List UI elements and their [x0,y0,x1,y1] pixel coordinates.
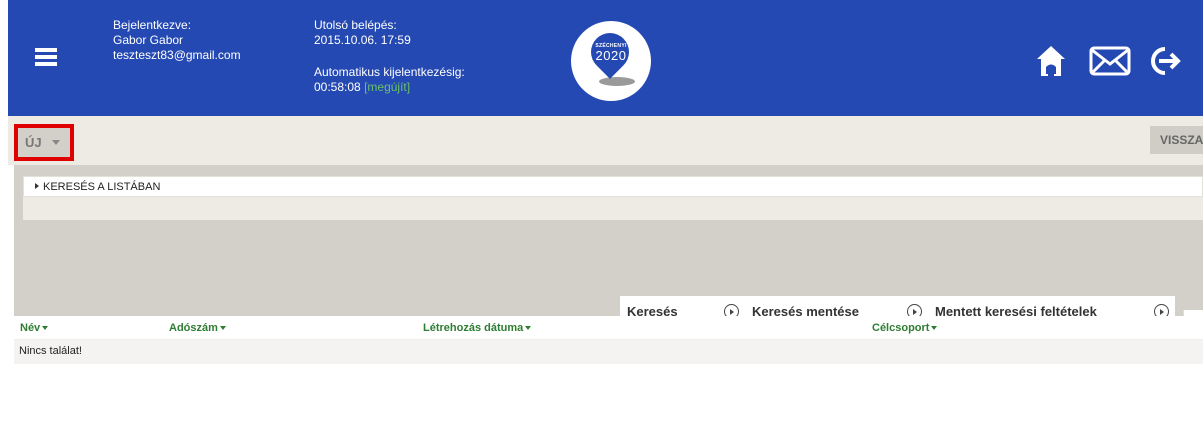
column-header-label: Név [20,322,41,334]
column-header-name[interactable]: Név [20,322,49,334]
table-header-row: Név Adószám Létrehozás dátuma Célcsoport [14,316,1203,340]
szechenyi-2020-logo: SZÉCHENYI 2020 [571,21,651,101]
last-login-value: 2015.10.06. 17:59 [314,33,411,47]
logged-in-label: Bejelentkezve: [113,18,192,32]
toolbar: ÚJ VISSZA [8,116,1203,165]
sort-caret-icon [931,326,938,330]
menu-icon[interactable] [35,48,57,70]
user-info: Bejelentkezve: Gabor Gabor teszteszt83@g… [113,18,241,63]
search-in-list-toggle[interactable]: KERESÉS A LISTÁBAN [23,176,1203,197]
sort-caret-icon [42,326,49,330]
auto-logout-timer: 00:58:08 [megújít] [314,80,465,95]
back-button[interactable]: VISSZA [1150,126,1203,154]
column-header-target-group[interactable]: Célcsoport [872,322,938,334]
empty-result-text: Nincs találat! [19,345,82,357]
search-toggle-label: KERESÉS A LISTÁBAN [43,181,161,193]
user-email: teszteszt83@gmail.com [113,48,241,62]
top-header: Bejelentkezve: Gabor Gabor teszteszt83@g… [8,0,1203,116]
sort-caret-icon [219,326,226,330]
search-panel: KERESÉS A LISTÁBAN [23,176,1203,220]
user-name: Gabor Gabor [113,33,184,47]
new-button-label: ÚJ [25,135,42,150]
empty-result-row: Nincs találat! [14,340,1203,364]
auto-logout-label: Automatikus kijelentkezésig: [314,65,465,79]
column-header-tax-number[interactable]: Adószám [169,322,226,334]
session-info: Utolsó belépés: 2015.10.06. 17:59 Automa… [314,18,465,95]
sort-caret-icon [525,326,532,330]
renew-link[interactable]: [megújít] [364,80,410,94]
mail-icon[interactable] [1089,44,1131,78]
column-header-label: Létrehozás dátuma [423,322,524,334]
home-icon[interactable] [1035,44,1067,78]
column-header-label: Adószám [169,322,218,334]
column-header-created-date[interactable]: Létrehozás dátuma [423,322,532,334]
last-login-label: Utolsó belépés: [314,18,397,32]
expand-arrow-icon [35,183,39,189]
column-header-label: Célcsoport [872,322,930,334]
logo-big-text: 2020 [595,48,627,63]
caret-down-icon [52,140,60,145]
new-dropdown-button[interactable]: ÚJ [14,124,74,161]
logout-icon[interactable] [1147,44,1181,78]
auto-logout-value: 00:58:08 [314,80,361,94]
search-area: KERESÉS A LISTÁBAN [14,165,1203,316]
